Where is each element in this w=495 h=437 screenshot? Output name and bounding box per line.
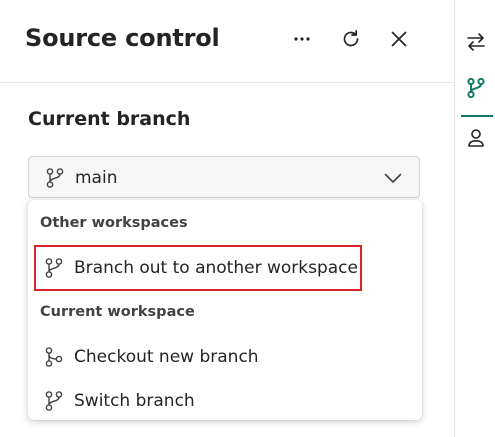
menu-item-label: Checkout new branch — [74, 347, 259, 367]
source-control-panel: Source control Current branch main Other… — [0, 0, 454, 437]
panel-title: Source control — [25, 24, 220, 52]
switch-branch-icon — [45, 391, 63, 411]
more-icon — [294, 37, 310, 41]
selected-branch: main — [75, 168, 118, 188]
checkout-branch-icon — [45, 347, 63, 367]
side-rail — [454, 0, 495, 437]
branch-dropdown[interactable]: main — [28, 156, 420, 198]
swap-icon — [466, 33, 485, 51]
more-options-button[interactable] — [287, 24, 317, 54]
source-control-icon — [466, 77, 485, 99]
current-branch-label: Current branch — [28, 108, 191, 130]
refresh-button[interactable] — [336, 24, 366, 54]
menu-item-label: Branch out to another workspace — [74, 258, 358, 278]
branch-icon — [46, 168, 64, 188]
branch-out-icon — [45, 258, 63, 278]
rail-swap-button[interactable] — [455, 22, 495, 62]
menu-group-other-workspaces: Other workspaces — [40, 215, 188, 231]
rail-active-indicator — [461, 115, 493, 117]
menu-group-current-workspace: Current workspace — [40, 304, 195, 320]
close-icon — [391, 31, 407, 47]
switch-branch-menu-item[interactable]: Switch branch — [34, 381, 360, 421]
panel-header: Source control — [0, 0, 454, 83]
checkout-new-branch-menu-item[interactable]: Checkout new branch — [34, 337, 360, 377]
user-icon — [467, 129, 484, 147]
rail-user-button[interactable] — [455, 118, 495, 158]
close-button[interactable] — [384, 24, 414, 54]
branch-menu: Other workspaces Branch out to another w… — [28, 200, 422, 420]
branch-out-menu-item[interactable]: Branch out to another workspace — [34, 245, 362, 291]
chevron-down-icon — [384, 173, 402, 183]
menu-item-label: Switch branch — [74, 391, 195, 411]
refresh-icon — [343, 29, 359, 47]
rail-source-control-button[interactable] — [455, 68, 495, 108]
